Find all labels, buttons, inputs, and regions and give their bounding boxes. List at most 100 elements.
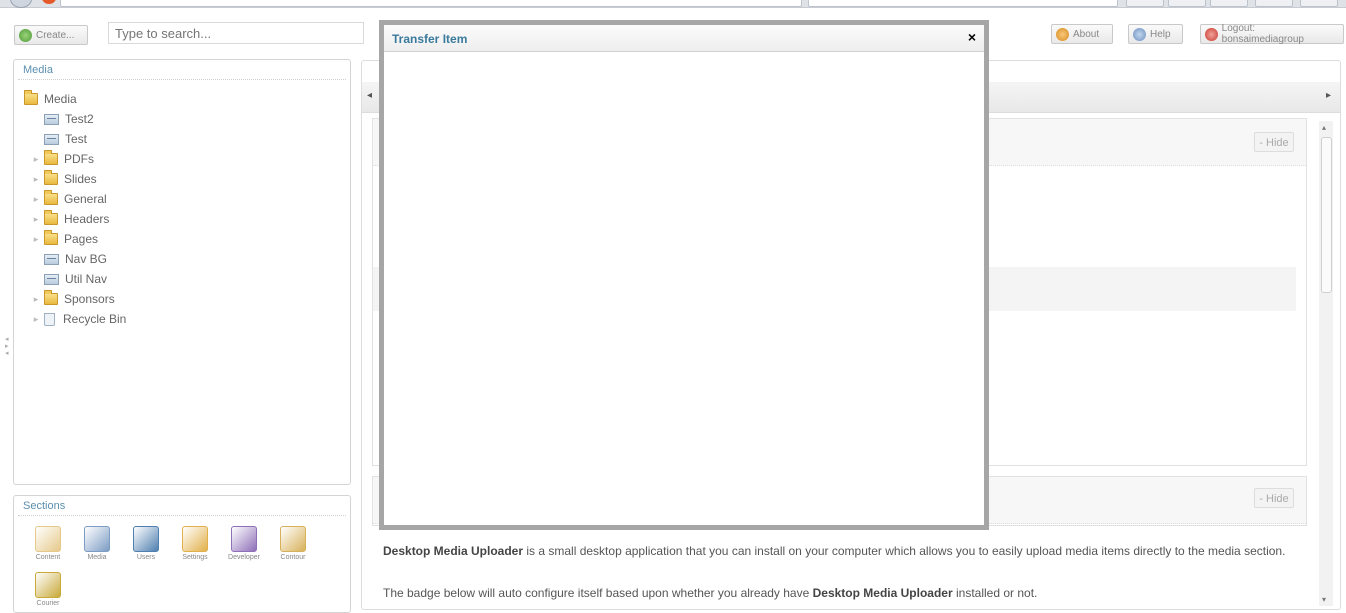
tree-item[interactable]: ▸ Pages — [32, 230, 98, 248]
expand-icon[interactable]: ▸ — [32, 314, 40, 325]
tree-item-label: Headers — [64, 212, 110, 226]
image-icon — [44, 113, 59, 125]
browser-toolbar-button[interactable] — [1168, 0, 1206, 7]
content-scrollbar[interactable]: ▴ ▾ — [1319, 121, 1333, 606]
folder-icon — [44, 150, 58, 165]
sections-panel-title: Sections — [23, 500, 66, 512]
back-icon[interactable] — [10, 0, 32, 8]
tree-item-label: Test2 — [65, 112, 94, 126]
section-label: Contour — [280, 554, 306, 561]
tree-item-label: Media — [44, 92, 77, 106]
description-text: is a small desktop application that you … — [523, 544, 1286, 558]
tree-item-label: Nav BG — [65, 252, 108, 266]
browser-toolbar-button[interactable] — [1210, 0, 1248, 7]
tree-item[interactable]: Nav BG — [32, 250, 107, 268]
expand-icon[interactable]: ▸ — [32, 234, 40, 245]
expand-icon[interactable]: ▸ — [32, 214, 40, 225]
section-label: Courier — [36, 600, 60, 607]
section-settings[interactable]: Settings — [175, 526, 215, 561]
transfer-item-dialog: Transfer Item × — [379, 20, 989, 530]
tree-item[interactable]: ▸ Headers — [32, 210, 109, 228]
folder-icon — [44, 290, 58, 305]
browser-toolbar-button[interactable] — [1300, 0, 1338, 7]
users-icon — [133, 526, 159, 552]
folder-icon — [44, 190, 58, 205]
media-icon — [84, 526, 110, 552]
section-courier[interactable]: Courier — [28, 572, 68, 607]
help-button[interactable]: Help — [1128, 24, 1183, 44]
section-label: Media — [87, 554, 107, 561]
stop-icon[interactable] — [42, 0, 56, 4]
section-media[interactable]: Media — [77, 526, 117, 561]
dialog-title: Transfer Item — [392, 32, 468, 46]
tree-item-label: Util Nav — [65, 272, 108, 286]
section-content[interactable]: Content — [28, 526, 68, 561]
create-label: Create... — [36, 29, 75, 41]
tree-item-label: General — [64, 192, 107, 206]
logout-button[interactable]: Logout: bonsaimediagroup — [1200, 23, 1344, 45]
hide-button[interactable]: - Hide — [1254, 488, 1294, 508]
sections-panel: Sections Content Media Users Settings Develo… — [13, 495, 351, 613]
browser-search-box[interactable] — [808, 0, 1118, 7]
scroll-up-icon[interactable]: ▴ — [1322, 123, 1326, 132]
close-icon[interactable]: × — [968, 29, 976, 45]
about-icon — [1056, 27, 1069, 41]
uploader-description: Desktop Media Uploader is a small deskto… — [383, 544, 1298, 558]
folder-icon — [44, 230, 58, 245]
tree-item-label: Test — [65, 132, 88, 146]
tree-item[interactable]: ▸ PDFs — [32, 150, 94, 168]
folder-icon — [24, 90, 38, 105]
tree-item[interactable]: Util Nav — [32, 270, 107, 288]
expand-icon[interactable]: ▸ — [32, 194, 40, 205]
tree-item-label: PDFs — [64, 152, 94, 166]
tab-scroll-right-icon[interactable]: ▸ — [1326, 90, 1331, 101]
logout-icon — [1205, 27, 1218, 41]
create-button[interactable]: Create... — [14, 25, 88, 45]
panel-splitter-handle[interactable]: ◂ ▸ ◂ — [5, 336, 9, 357]
scroll-down-icon[interactable]: ▾ — [1322, 595, 1326, 604]
browser-chrome — [0, 0, 1346, 8]
content-icon — [35, 526, 61, 552]
address-bar[interactable] — [60, 0, 802, 7]
tree-item[interactable]: Test — [32, 130, 87, 148]
app-name: Desktop Media Uploader — [812, 586, 953, 600]
tree-item[interactable]: ▸ Recycle Bin — [32, 310, 127, 328]
tree-item[interactable]: Test2 — [32, 110, 94, 128]
tree-item[interactable]: ▸ Slides — [32, 170, 97, 188]
about-button[interactable]: About — [1051, 24, 1113, 44]
divider — [18, 79, 346, 80]
tree-item[interactable]: ▸ General — [32, 190, 107, 208]
media-panel-title: Media — [23, 64, 53, 76]
expand-icon[interactable]: ▸ — [32, 174, 40, 185]
browser-toolbar-button[interactable] — [1126, 0, 1164, 7]
section-contour[interactable]: Contour — [273, 526, 313, 561]
section-developer[interactable]: Developer — [224, 526, 264, 561]
dialog-body: Transfer Item × — [384, 25, 984, 525]
section-users[interactable]: Users — [126, 526, 166, 561]
expand-icon[interactable]: ▸ — [32, 294, 40, 305]
description-text: The badge below will auto configure itse… — [383, 586, 813, 600]
tab-scroll-left-icon[interactable]: ◂ — [367, 90, 372, 101]
browser-toolbar-button[interactable] — [1255, 0, 1293, 7]
help-label: Help — [1150, 28, 1171, 40]
help-icon — [1133, 27, 1146, 41]
expand-icon[interactable]: ▸ — [32, 154, 40, 165]
section-label: Developer — [228, 554, 260, 561]
hide-button[interactable]: - Hide — [1254, 132, 1294, 152]
divider — [18, 515, 346, 516]
developer-icon — [231, 526, 257, 552]
tree-item[interactable]: ▸ Sponsors — [32, 290, 115, 308]
tree-item[interactable]: Media — [24, 90, 77, 108]
dialog-header: Transfer Item × — [384, 25, 984, 52]
app-name: Desktop Media Uploader — [383, 544, 524, 558]
settings-icon — [182, 526, 208, 552]
folder-icon — [44, 170, 58, 185]
contour-icon — [280, 526, 306, 552]
tree-item-label: Sponsors — [64, 292, 115, 306]
scrollbar-thumb[interactable] — [1321, 137, 1332, 293]
image-icon — [44, 273, 59, 285]
section-label: Users — [136, 554, 156, 561]
badge-description: The badge below will auto configure itse… — [383, 586, 1298, 600]
search-input[interactable] — [108, 22, 364, 44]
tree-item-label: Recycle Bin — [63, 312, 127, 326]
